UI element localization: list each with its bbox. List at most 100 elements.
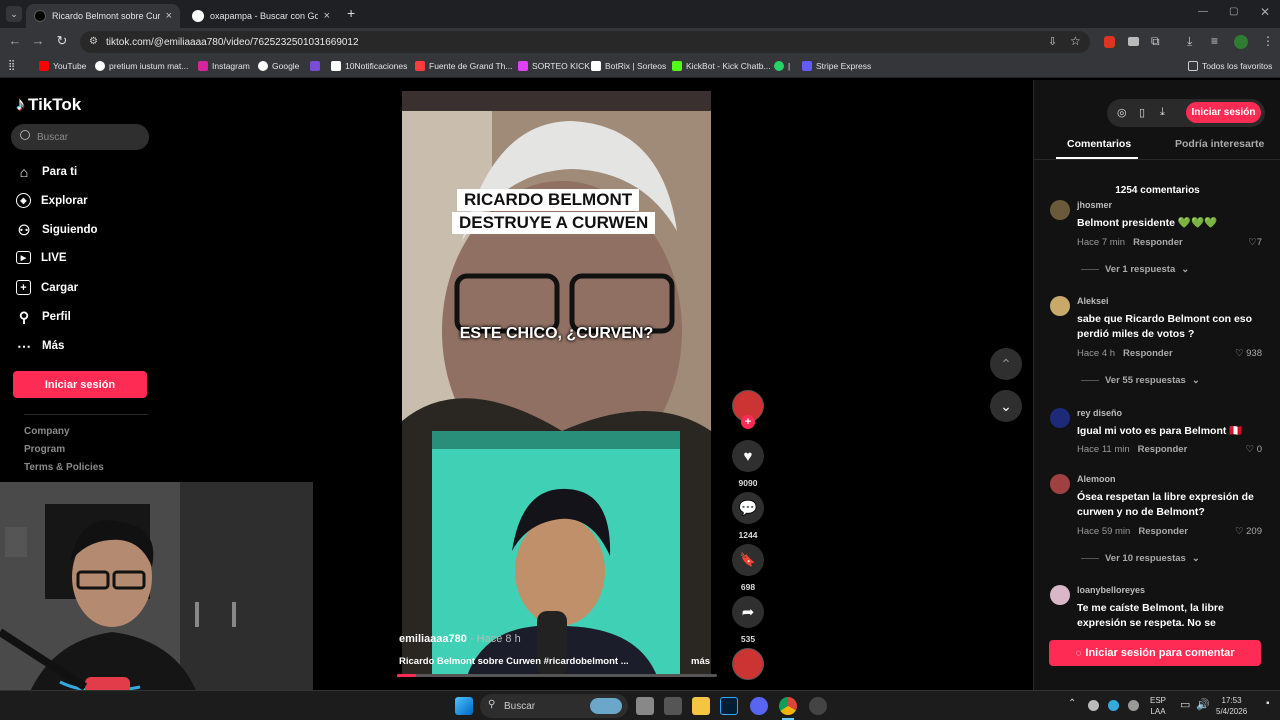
bookmark-botrix[interactable]: BotRix | Sorteos <box>591 61 666 71</box>
tray-app-icon[interactable] <box>1088 700 1099 711</box>
creator-avatar-button[interactable]: + <box>731 390 765 429</box>
nav-perfil[interactable]: ⚲ Perfil <box>16 309 71 325</box>
profile-avatar[interactable] <box>1234 35 1248 49</box>
app-icon[interactable] <box>809 697 827 715</box>
bookmark-star-icon[interactable]: ☆ <box>1070 34 1081 48</box>
search-input[interactable]: Buscar <box>11 124 149 150</box>
bookmark-unnamed[interactable] <box>310 61 320 71</box>
new-tab-button[interactable]: + <box>347 5 355 21</box>
site-info-icon[interactable]: ⚙ <box>89 36 98 47</box>
footer-terms[interactable]: Terms & Policies <box>24 462 104 473</box>
video-author-line[interactable]: emiliaaaa780 · Hace 8 h <box>399 633 521 645</box>
download-icon[interactable]: ⤓ <box>1160 106 1165 119</box>
notifications-icon[interactable]: ▪ <box>1266 698 1270 709</box>
comment-like[interactable]: ♡ 209 <box>1235 526 1262 537</box>
tray-app-icon[interactable] <box>1128 700 1139 711</box>
tab-list-button[interactable]: ⌄ <box>6 6 22 22</box>
video-more-link[interactable]: más <box>691 656 710 667</box>
comment-login-button[interactable]: ◌ Iniciar sesión para comentar <box>1049 640 1261 666</box>
view-replies-button[interactable]: Ver 55 respuestas ⌄ <box>1081 375 1200 386</box>
tiktok-logo[interactable]: ♪ TikTok <box>16 94 81 115</box>
comment-like[interactable]: ♡7 <box>1248 237 1262 248</box>
view-replies-button[interactable]: Ver 10 respuestas ⌄ <box>1081 553 1200 564</box>
taskbar-search[interactable]: ⚲ Buscar <box>480 694 628 718</box>
comment-username[interactable]: Alemoon <box>1077 474 1116 484</box>
video-player[interactable]: RICARDO BELMONT DESTRUYE A CURWEN ESTE C… <box>402 91 711 676</box>
tab-comentarios[interactable]: Comentarios <box>1067 138 1131 150</box>
extension-icon[interactable] <box>1128 37 1139 46</box>
install-icon[interactable]: ⇩ <box>1048 35 1057 48</box>
tray-app-icon[interactable] <box>1108 700 1119 711</box>
video-progress-bar[interactable] <box>397 674 717 677</box>
language-indicator[interactable]: ESP LAA <box>1150 695 1166 717</box>
extensions-puzzle-icon[interactable]: ⧉ <box>1151 34 1160 49</box>
file-explorer-icon[interactable] <box>692 697 710 715</box>
discord-icon[interactable] <box>750 697 768 715</box>
panel-login-button[interactable]: Iniciar sesión <box>1186 102 1261 123</box>
share-button[interactable]: ➦ 535 <box>731 596 765 644</box>
avatar[interactable] <box>1050 200 1070 220</box>
nav-cargar[interactable]: + Cargar <box>16 280 78 295</box>
nav-mas[interactable]: ⋯ Más <box>16 338 64 354</box>
view-replies-button[interactable]: Ver 1 respuesta ⌄ <box>1081 264 1189 275</box>
nav-explorar[interactable]: ◈ Explorar <box>16 193 88 208</box>
reply-button[interactable]: Responder <box>1138 526 1188 537</box>
follow-plus-icon[interactable]: + <box>741 415 755 429</box>
reply-button[interactable]: Responder <box>1138 444 1188 455</box>
bookmark-sorteo-kick[interactable]: SORTEO KICK <box>518 61 590 71</box>
device-icon[interactable]: ▯ <box>1139 106 1145 119</box>
tray-overflow-icon[interactable]: ⌃ <box>1068 698 1076 709</box>
network-icon[interactable]: ▭ <box>1180 698 1190 711</box>
task-view-icon[interactable] <box>636 697 654 715</box>
nav-para-ti[interactable]: ⌂ Para ti <box>16 164 77 180</box>
bookmark-youtube[interactable]: YouTube <box>39 61 86 71</box>
previous-video-button[interactable]: ⌃ <box>990 348 1022 380</box>
clock[interactable]: 17:53 5/4/2026 <box>1216 695 1247 717</box>
bookmark-10notificaciones[interactable]: 10Notificaciones <box>331 61 407 71</box>
photoshop-icon[interactable] <box>720 697 738 715</box>
tab-ricardo-belmont[interactable]: Ricardo Belmont sobre Curwen × <box>26 4 180 28</box>
minimize-icon[interactable]: — <box>1198 6 1208 17</box>
forward-icon[interactable]: → <box>29 33 47 48</box>
bookmark-fuente-gta[interactable]: Fuente de Grand Th... <box>415 61 512 71</box>
address-bar[interactable]: ⚙ tiktok.com/@emiliaaaa780/video/7625232… <box>80 31 1090 53</box>
video-author-name[interactable]: emiliaaaa780 <box>399 633 467 645</box>
nav-live[interactable]: ▶ LIVE <box>16 251 67 264</box>
footer-program[interactable]: Program <box>24 444 65 455</box>
media-icon[interactable]: ≡ <box>1211 34 1218 48</box>
like-button[interactable]: ♥ 9090 <box>731 440 765 488</box>
sound-disc-button[interactable] <box>731 648 765 680</box>
comment-button[interactable]: 💬 1244 <box>731 492 765 540</box>
all-bookmarks[interactable]: Todos los favoritos <box>1188 61 1272 71</box>
bookmark-instagram[interactable]: Instagram <box>198 61 250 71</box>
sidebar-login-button[interactable]: Iniciar sesión <box>13 371 147 398</box>
comment-username[interactable]: Aleksei <box>1077 296 1109 306</box>
app-icon[interactable] <box>664 697 682 715</box>
windows-start-icon[interactable] <box>455 697 473 715</box>
comment-username[interactable]: loanybelloreyes <box>1077 585 1145 595</box>
avatar[interactable] <box>1050 296 1070 316</box>
save-button[interactable]: 🔖 698 <box>731 544 765 592</box>
bookmark-kickbot[interactable]: KickBot - Kick Chatb... <box>672 61 771 71</box>
extension-icon[interactable] <box>1104 36 1115 48</box>
maximize-icon[interactable]: ▢ <box>1229 6 1238 17</box>
reload-icon[interactable]: ↻ <box>53 33 71 49</box>
back-icon[interactable]: ← <box>6 33 24 48</box>
close-window-icon[interactable]: ✕ <box>1260 5 1270 19</box>
close-tab-icon[interactable]: × <box>166 10 172 22</box>
volume-icon[interactable]: 🔊 <box>1196 698 1210 711</box>
reply-button[interactable]: Responder <box>1133 237 1183 248</box>
apps-grid-icon[interactable]: ⣿ <box>8 60 15 71</box>
coins-icon[interactable]: ◎ <box>1117 106 1127 119</box>
downloads-icon[interactable]: ⤓ <box>1187 34 1192 49</box>
footer-company[interactable]: Company <box>24 426 70 437</box>
bookmark-pretium[interactable]: pretium iustum mat... <box>95 61 188 71</box>
next-video-button[interactable]: ⌄ <box>990 390 1022 422</box>
avatar[interactable] <box>1050 585 1070 605</box>
tab-podria-interesarte[interactable]: Podría interesarte <box>1175 138 1264 150</box>
avatar[interactable] <box>1050 474 1070 494</box>
reply-button[interactable]: Responder <box>1123 348 1173 359</box>
comment-username[interactable]: rey diseño <box>1077 408 1122 418</box>
comment-like[interactable]: ♡ 938 <box>1235 348 1262 359</box>
comment-username[interactable]: jhosmer <box>1077 200 1112 210</box>
